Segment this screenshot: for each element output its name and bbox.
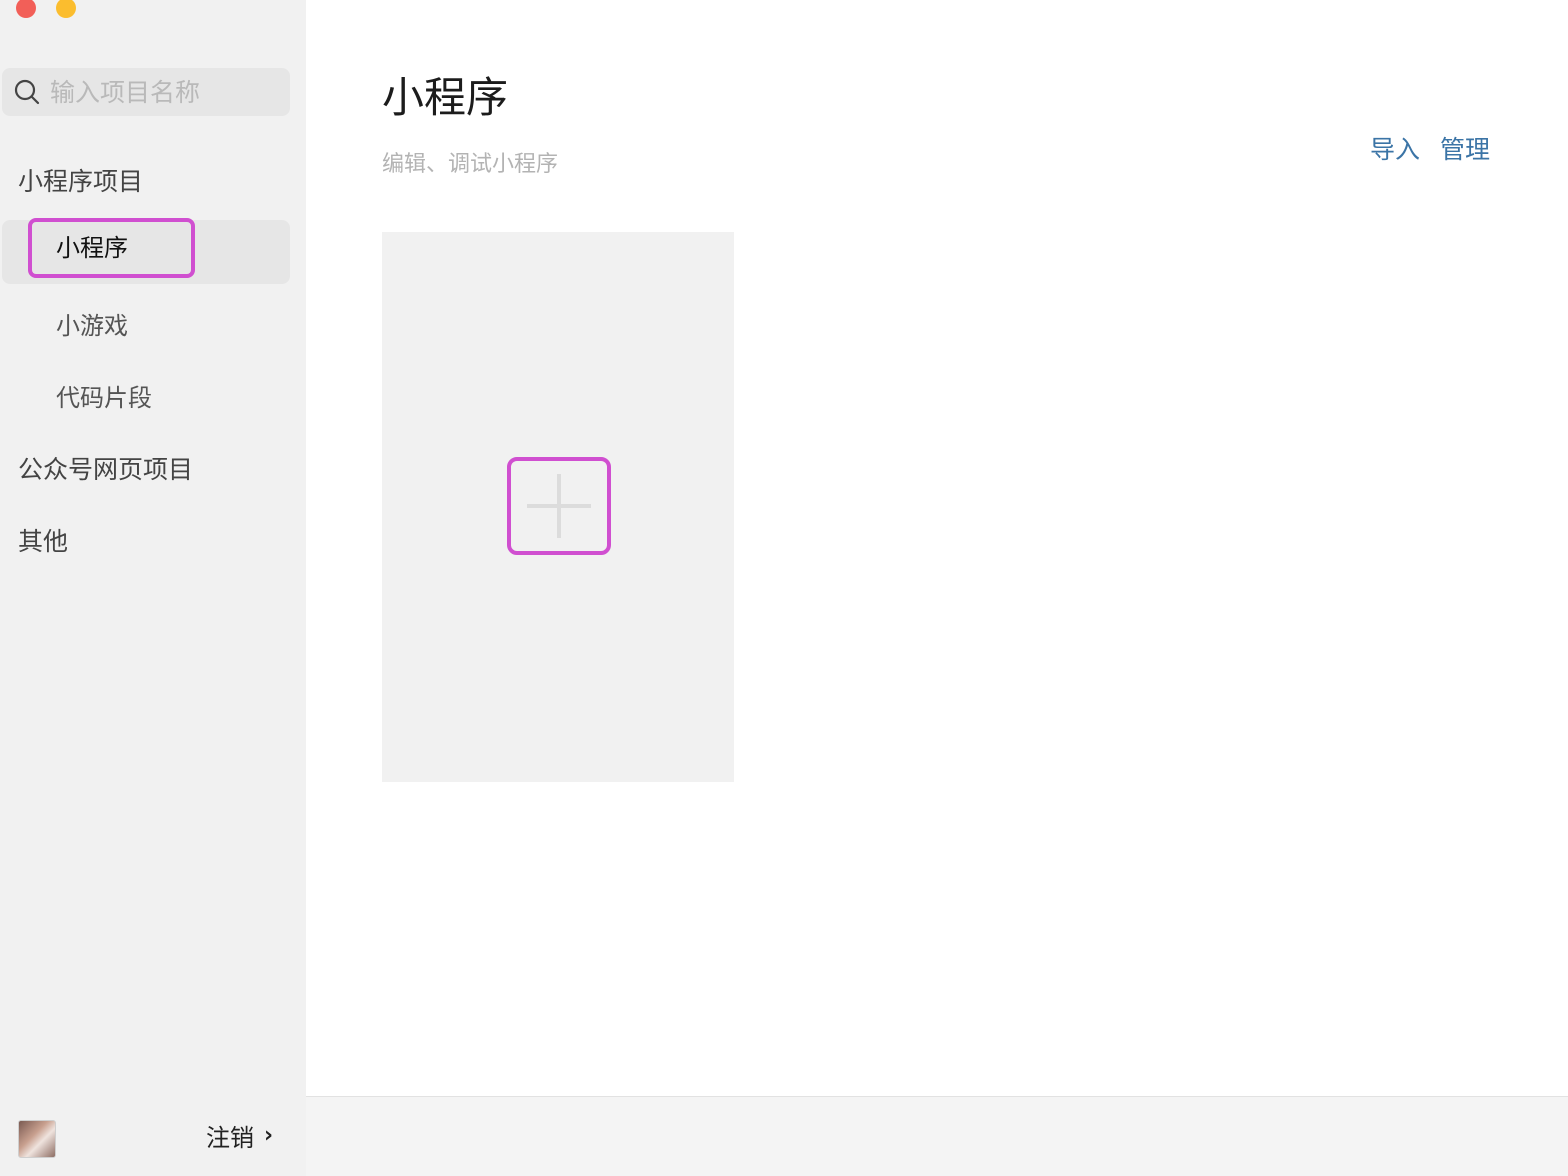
import-link[interactable]: 导入 <box>1370 130 1420 166</box>
sidebar-group-official-account-projects[interactable]: 公众号网页项目 <box>18 450 193 486</box>
sidebar-item-code-snippet[interactable]: 代码片段 <box>56 378 152 413</box>
avatar[interactable] <box>18 1120 56 1158</box>
minimize-window-button[interactable] <box>56 0 76 18</box>
logout-button[interactable]: 注销 › <box>206 1118 273 1153</box>
page-title: 小程序 <box>382 73 509 122</box>
chevron-right-icon: › <box>264 1122 274 1148</box>
manage-link[interactable]: 管理 <box>1440 130 1490 166</box>
main-content: 小程序 编辑、调试小程序 导入 管理 <box>306 0 1568 1096</box>
header-actions: 导入 管理 <box>1370 130 1490 166</box>
sidebar-item-mini-game[interactable]: 小游戏 <box>56 306 128 341</box>
close-window-button[interactable] <box>16 0 36 18</box>
sidebar-group-other[interactable]: 其他 <box>18 522 68 558</box>
sidebar-item-mini-program[interactable]: 小程序 <box>28 218 195 278</box>
new-project-card[interactable] <box>382 232 734 782</box>
page-subtitle: 编辑、调试小程序 <box>382 152 559 177</box>
search-icon <box>14 79 40 105</box>
app-window: 小程序项目 小程序 小游戏 代码片段 公众号网页项目 其他 注销 › 小程序 编… <box>0 0 1568 1176</box>
sidebar-group-mini-program-projects[interactable]: 小程序项目 <box>18 162 143 198</box>
add-project-button[interactable] <box>507 457 611 555</box>
search-input[interactable] <box>48 76 272 108</box>
bottom-bar <box>306 1096 1568 1176</box>
plus-icon <box>527 474 591 538</box>
search-box <box>2 68 290 116</box>
window-controls <box>16 0 76 18</box>
sidebar: 小程序项目 小程序 小游戏 代码片段 公众号网页项目 其他 注销 › <box>0 0 306 1176</box>
logout-label: 注销 <box>206 1124 254 1152</box>
